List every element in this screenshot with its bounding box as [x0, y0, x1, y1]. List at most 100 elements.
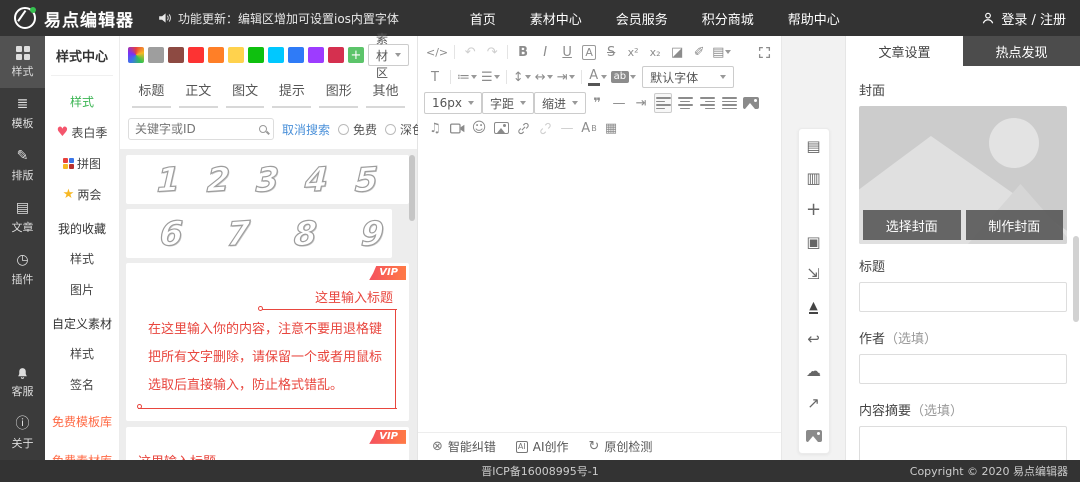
indent-select[interactable]: 缩进 — [534, 92, 586, 114]
font-size-select[interactable]: 16px — [424, 92, 482, 114]
sidebar-item-typesetting[interactable]: ✎ 排版 — [0, 140, 45, 192]
new-article-button[interactable]: + — [806, 201, 821, 219]
swatch-purple[interactable] — [308, 47, 324, 63]
swatch-multicolor[interactable] — [128, 47, 144, 63]
swatch-gray[interactable] — [148, 47, 164, 63]
nav-material-center[interactable]: 素材中心 — [530, 9, 582, 28]
title-input[interactable] — [859, 282, 1067, 312]
smart-correction-button[interactable]: ⊗ 智能纠错 — [432, 438, 496, 455]
insert-table-button[interactable]: ▦ — [602, 118, 620, 138]
menu-link-free-templates[interactable]: 免费模板库 — [45, 406, 119, 437]
line-height-button[interactable]: ↕ — [513, 67, 531, 87]
style-card-numbers-6-9[interactable]: 6 7 8 9 — [126, 209, 392, 258]
letter-space-select[interactable]: 字距 — [482, 92, 534, 114]
nav-points-mall[interactable]: 积分商城 — [702, 9, 754, 28]
swatch-yellow[interactable] — [228, 47, 244, 63]
insert-link-button[interactable] — [514, 118, 532, 138]
sidebar-item-articles[interactable]: ▤ 文章 — [0, 192, 45, 244]
swatch-green[interactable] — [248, 47, 264, 63]
strikethrough-button[interactable]: S — [602, 42, 620, 62]
divider-button[interactable]: — — [558, 118, 576, 138]
align-center-button[interactable] — [676, 93, 694, 113]
sidebar-item-plugins[interactable]: ◷ 插件 — [0, 244, 45, 296]
tab-hot-discovery[interactable]: 热点发现 — [963, 36, 1080, 66]
make-cover-button[interactable]: 制作封面 — [966, 210, 1064, 240]
insert-emoji-button[interactable]: ☺ — [470, 118, 488, 138]
code-view-button[interactable]: </> — [426, 42, 448, 62]
style-card-numbers-1-5[interactable]: 1 2 3 4 5 — [126, 155, 409, 204]
author-input[interactable] — [859, 354, 1067, 384]
paragraph-style-button[interactable]: ▤ — [712, 42, 731, 62]
tab-title[interactable]: 标题 — [132, 76, 171, 108]
tab-body[interactable]: 正文 — [179, 76, 218, 108]
login-register-button[interactable]: 登录 / 注册 — [981, 9, 1066, 28]
nav-member-service[interactable]: 会员服务 — [616, 9, 668, 28]
horizontal-rule-button[interactable]: — — [610, 93, 628, 113]
app-logo[interactable]: 易点编辑器 — [14, 6, 134, 31]
swatch-blue[interactable] — [288, 47, 304, 63]
cancel-search-link[interactable]: 取消搜索 — [282, 121, 330, 138]
menu-item-signature[interactable]: 签名 — [45, 369, 119, 400]
share-export-button[interactable]: ↗ — [807, 395, 820, 413]
blockquote-button[interactable]: ❞ — [588, 93, 606, 113]
insert-image-button[interactable] — [742, 93, 760, 113]
subscript-button[interactable]: x₂ — [646, 42, 664, 62]
unordered-list-button[interactable]: ☰ — [481, 67, 500, 87]
swatch-maroon[interactable] — [168, 47, 184, 63]
align-justify-button[interactable] — [720, 93, 738, 113]
free-radio[interactable]: 免费 — [338, 121, 377, 138]
letter-case-button[interactable]: AB — [580, 118, 598, 138]
tab-imagetext[interactable]: 图文 — [226, 76, 265, 108]
menu-item-seasonal[interactable]: ♥ 表白季 — [45, 117, 119, 148]
tab-other[interactable]: 其他 — [366, 76, 405, 108]
indent-increase-button[interactable]: ⇥ — [632, 93, 650, 113]
announcement-bar[interactable]: 功能更新：编辑区增加可设置ios内置字体 — [158, 10, 399, 27]
ai-writing-button[interactable]: AI AI创作 — [516, 438, 569, 455]
undo-button[interactable]: ↶ — [461, 42, 479, 62]
swatch-red[interactable] — [188, 47, 204, 63]
search-icon[interactable] — [259, 125, 267, 133]
redo-button[interactable]: ↷ — [483, 42, 501, 62]
tab-hint[interactable]: 提示 — [272, 76, 311, 108]
style-list-scrollbar[interactable] — [409, 155, 415, 221]
heading-button[interactable]: T — [426, 67, 444, 87]
originality-check-button[interactable]: ↻ 原创检测 — [589, 438, 653, 455]
underline-button[interactable]: U — [558, 42, 576, 62]
ordered-list-button[interactable]: ≔ — [457, 67, 477, 87]
add-color-button[interactable]: + — [348, 47, 364, 63]
align-right-button[interactable] — [698, 93, 716, 113]
nav-help-center[interactable]: 帮助中心 — [788, 9, 840, 28]
font-color-button[interactable]: A — [588, 67, 607, 87]
search-input[interactable] — [135, 122, 255, 136]
italic-button[interactable]: I — [536, 42, 554, 62]
align-left-button[interactable] — [654, 93, 672, 113]
save-as-button[interactable]: ⇲ — [807, 266, 820, 284]
upload-image-button[interactable] — [492, 118, 510, 138]
highlight-color-button[interactable]: ab — [611, 67, 636, 87]
save-button[interactable]: ▣ — [806, 234, 820, 252]
cloud-sync-button[interactable]: ☁ — [806, 363, 821, 381]
font-family-select[interactable]: 默认字体 — [642, 66, 734, 88]
bold-button[interactable]: B — [514, 42, 532, 62]
material-area-select[interactable]: 素材区 — [368, 44, 409, 66]
letter-spacing-button[interactable]: ↔ — [535, 67, 553, 87]
insert-music-button[interactable]: ♫ — [426, 118, 444, 138]
menu-link-free-materials[interactable]: 免费素材库 — [45, 445, 119, 460]
style-card-vip-right-title[interactable]: VIP 这里输入标题 在这里输入你的内容，注意不要用退格键把所有文字删除，请保留… — [126, 263, 409, 421]
sidebar-item-templates[interactable]: ≣ 模板 — [0, 88, 45, 140]
eraser-icon[interactable]: ◪ — [668, 42, 686, 62]
style-card-vip-left-title[interactable]: VIP 这里输入标题 在这里输入你的内容，注意不要用退格键把所有文字删除，请保留… — [126, 427, 409, 460]
paragraph-indent-button[interactable]: ⇥ — [557, 67, 575, 87]
menu-item-fav-images[interactable]: 图片 — [45, 274, 119, 305]
select-cover-button[interactable]: 选择封面 — [863, 210, 961, 240]
nav-home[interactable]: 首页 — [470, 9, 496, 28]
menu-item-custom-styles[interactable]: 样式 — [45, 338, 119, 369]
menu-item-styles-active[interactable]: 样式 — [45, 86, 119, 117]
summary-textarea[interactable] — [859, 426, 1067, 460]
publish-upload-button[interactable]: ▲ — [809, 298, 817, 316]
copy-article-button[interactable]: ▤ — [806, 137, 820, 155]
tab-graphic[interactable]: 图形 — [319, 76, 358, 108]
import-button[interactable]: ↩ — [807, 330, 820, 348]
menu-item-lianghui[interactable]: ★ 两会 — [45, 179, 119, 210]
format-brush-icon[interactable]: ✐ — [690, 42, 708, 62]
